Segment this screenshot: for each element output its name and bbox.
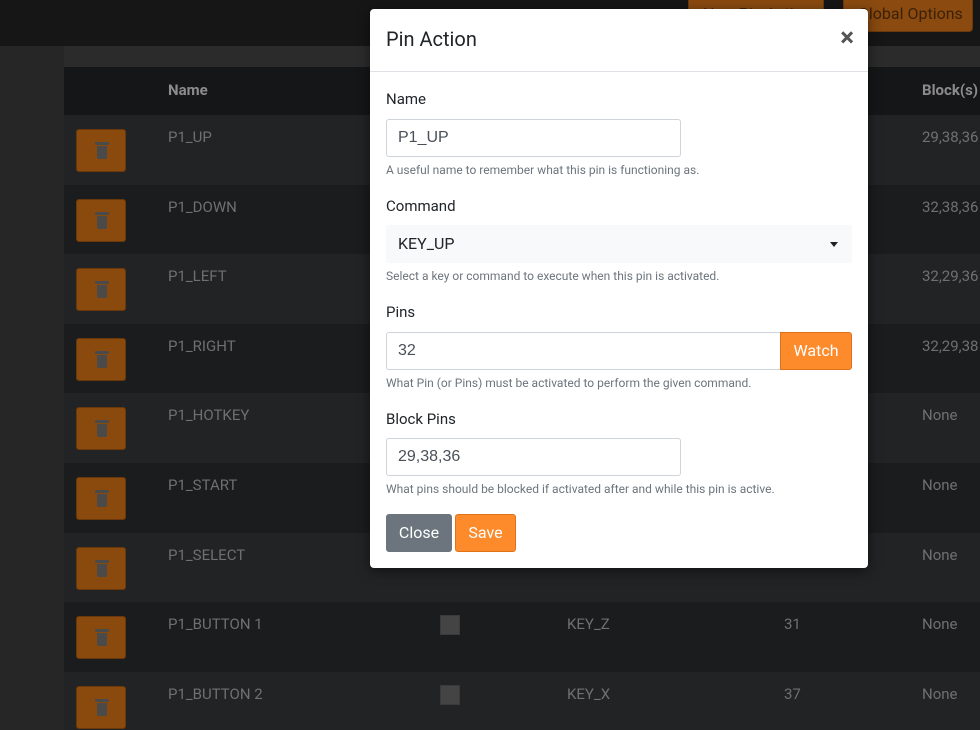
close-button[interactable]: Close: [386, 514, 452, 552]
row-name: P1_LEFT: [168, 267, 227, 286]
row-command: KEY_X: [567, 684, 611, 703]
left-gutter: [0, 46, 64, 730]
trash-icon: [95, 281, 109, 299]
name-input[interactable]: P1_UP: [386, 119, 681, 157]
table-row: P1_BUTTON 1 KEY_Z 31 None: [64, 602, 980, 672]
row-block: None: [922, 615, 958, 634]
command-label: Command: [386, 197, 456, 215]
name-help: A useful name to remember what this pin …: [386, 163, 700, 177]
trash-icon: [95, 629, 109, 647]
row-block: None: [922, 684, 958, 703]
enabled-checkbox[interactable]: [440, 684, 460, 705]
delete-button[interactable]: [76, 616, 126, 660]
name-label: Name: [386, 90, 426, 108]
trash-icon: [95, 142, 109, 159]
row-name: P1_START: [168, 475, 238, 494]
delete-button[interactable]: [76, 476, 126, 520]
command-select[interactable]: KEY_UP: [386, 225, 852, 263]
row-name: P1_UP: [168, 128, 212, 146]
pins-help: What Pin (or Pins) must be activated to …: [386, 376, 752, 390]
delete-button[interactable]: [76, 685, 126, 729]
pins-input[interactable]: 32: [386, 332, 781, 370]
block-pins-help: What pins should be blocked if activated…: [386, 482, 775, 496]
row-name: P1_BUTTON 2: [168, 684, 263, 703]
command-help: Select a key or command to execute when …: [386, 269, 720, 283]
block-pins-input[interactable]: 29,38,36: [386, 438, 681, 476]
row-pins: 37: [784, 684, 801, 703]
table-row: P1_BUTTON 2 KEY_X 37 None: [64, 671, 980, 730]
row-block: 32,38,36: [922, 197, 979, 216]
trash-icon: [95, 211, 109, 229]
row-pins: 31: [784, 615, 801, 634]
row-block: None: [922, 475, 958, 494]
row-block: 32,29,36: [922, 267, 979, 286]
modal-header: Pin Action ×: [370, 9, 868, 72]
row-block: None: [922, 406, 958, 425]
delete-button[interactable]: [76, 407, 126, 451]
trash-icon: [95, 350, 109, 368]
delete-button[interactable]: [76, 546, 126, 590]
row-block: 29,38,36: [922, 128, 979, 146]
row-block: None: [922, 545, 958, 564]
trash-icon: [95, 489, 109, 507]
row-name: P1_RIGHT: [168, 336, 236, 355]
row-block: 32,29,38: [922, 336, 979, 355]
close-icon[interactable]: ×: [840, 23, 854, 53]
row-name: P1_HOTKEY: [168, 406, 250, 425]
delete-button[interactable]: [76, 337, 126, 381]
block-pins-label: Block Pins: [386, 410, 456, 428]
header-block: Block(s): [922, 81, 979, 99]
row-name: P1_SELECT: [168, 545, 246, 564]
row-name: P1_DOWN: [168, 197, 237, 216]
enabled-checkbox[interactable]: [440, 615, 460, 636]
command-select-value: KEY_UP: [398, 234, 455, 253]
delete-button[interactable]: [76, 198, 126, 242]
modal-title: Pin Action: [386, 27, 477, 51]
caret-down-icon: [830, 242, 838, 247]
delete-button[interactable]: [76, 129, 126, 172]
delete-button[interactable]: [76, 268, 126, 312]
trash-icon: [95, 698, 109, 716]
pins-label: Pins: [386, 303, 416, 321]
watch-button[interactable]: Watch: [780, 332, 852, 370]
trash-icon: [95, 420, 109, 438]
header-name: Name: [168, 81, 208, 99]
pin-action-modal: Pin Action × Name P1_UP A useful name to…: [370, 9, 868, 568]
save-button[interactable]: Save: [455, 514, 516, 552]
trash-icon: [95, 559, 109, 577]
row-command: KEY_Z: [567, 615, 610, 634]
row-name: P1_BUTTON 1: [168, 615, 263, 634]
